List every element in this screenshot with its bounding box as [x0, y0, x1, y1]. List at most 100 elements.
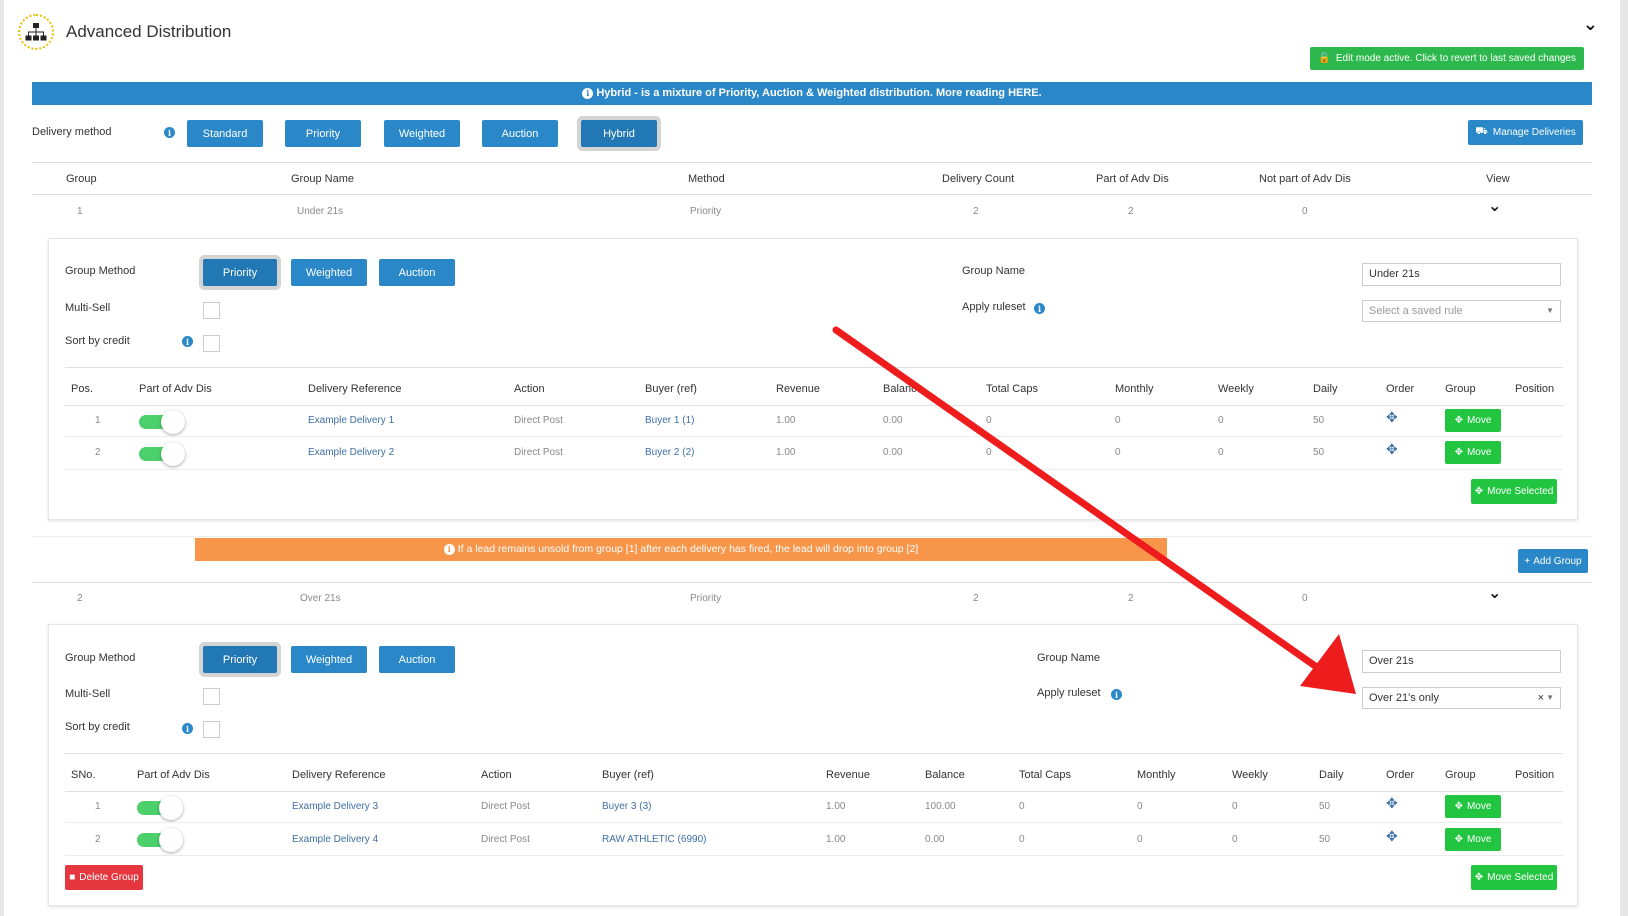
move-button[interactable]: ✥ Move — [1445, 828, 1501, 851]
manage-deliveries-button[interactable]: ⛟ Manage Deliveries — [1468, 120, 1583, 145]
part-of-adv-dis-toggle[interactable] — [137, 828, 185, 852]
part-of-adv-dis-toggle[interactable] — [139, 410, 187, 434]
row-weekly: 0 — [1232, 834, 1238, 845]
clear-icon[interactable]: × — [1538, 688, 1544, 708]
col-buyer: Buyer (ref) — [602, 769, 654, 781]
row-balance: 0.00 — [883, 415, 903, 426]
col-delivery-count: Delivery Count — [942, 173, 1015, 185]
drag-handle-icon[interactable]: ✥ — [1386, 795, 1398, 812]
part-of-adv-dis-toggle[interactable] — [139, 442, 187, 466]
col-revenue: Revenue — [776, 383, 821, 395]
delivery-reference-link[interactable]: Example Delivery 3 — [292, 801, 378, 812]
group1-multi-sell-checkbox[interactable] — [203, 302, 220, 319]
group2-expand-chevron-icon[interactable]: ⌄ — [1488, 583, 1501, 603]
col-weekly: Weekly — [1232, 769, 1268, 781]
info-icon: i — [582, 88, 594, 99]
col-order: Order — [1386, 769, 1415, 781]
col-delivery-reference: Delivery Reference — [308, 383, 402, 395]
divider — [65, 436, 1563, 437]
row-daily: 50 — [1319, 834, 1331, 845]
move-button[interactable]: ✥ Move — [1445, 409, 1501, 432]
group1-name-input[interactable]: Under 21s — [1362, 263, 1561, 286]
row-daily: 50 — [1319, 801, 1331, 812]
group1-expand-chevron-icon[interactable]: ⌄ — [1488, 196, 1501, 216]
col-daily: Daily — [1319, 769, 1344, 781]
col-group: Group — [1445, 769, 1476, 781]
drag-handle-icon[interactable]: ✥ — [1386, 441, 1398, 458]
col-position: Position — [1515, 383, 1555, 395]
drag-handle-icon[interactable]: ✥ — [1386, 828, 1398, 845]
group1-auction-button[interactable]: Auction — [379, 259, 455, 286]
info-icon[interactable]: i — [182, 723, 193, 734]
part-of-adv-dis-toggle[interactable] — [137, 796, 185, 820]
method-auction-button[interactable]: Auction — [482, 120, 558, 147]
group2-number: 2 — [77, 593, 83, 604]
row-position: 2 — [95, 834, 101, 845]
move-icon: ✥ — [1454, 415, 1463, 426]
truck-icon: ⛟ — [1475, 126, 1488, 137]
group2-auction-button[interactable]: Auction — [379, 646, 455, 673]
info-banner-link[interactable]: HERE. — [1008, 87, 1042, 99]
divider — [65, 822, 1563, 823]
row-total-caps: 0 — [986, 447, 992, 458]
group-name-label: Group Name — [1037, 652, 1100, 664]
col-part-of-adv-dis: Part of Adv Dis — [139, 383, 212, 395]
move-label: Move — [1466, 447, 1492, 458]
delete-group-button[interactable]: ■ Delete Group — [65, 865, 143, 890]
buyer-link[interactable]: RAW ATHLETIC (6990) — [602, 834, 706, 845]
group2-sort-by-credit-checkbox[interactable] — [203, 721, 220, 738]
sort-by-credit-label: Sort by credit — [65, 721, 130, 733]
move-button[interactable]: ✥ Move — [1445, 795, 1501, 818]
buyer-link[interactable]: Buyer 2 (2) — [645, 447, 694, 458]
add-group-button[interactable]: + Add Group — [1518, 549, 1588, 573]
group2-priority-button[interactable]: Priority — [203, 646, 277, 673]
row-weekly: 0 — [1232, 801, 1238, 812]
group2-ruleset-select[interactable]: Over 21's only × ▼ — [1362, 687, 1561, 709]
group1-priority-button[interactable]: Priority — [203, 259, 277, 286]
move-button[interactable]: ✥ Move — [1445, 441, 1501, 464]
group2-name: Over 21s — [300, 593, 341, 604]
group2-weighted-button[interactable]: Weighted — [291, 646, 367, 673]
method-priority-button[interactable]: Priority — [285, 120, 361, 147]
group2-multi-sell-checkbox[interactable] — [203, 688, 220, 705]
divider — [65, 753, 1563, 754]
buyer-link[interactable]: Buyer 3 (3) — [602, 801, 651, 812]
collapse-chevron-icon[interactable]: ⌄ — [1583, 14, 1598, 35]
method-standard-button[interactable]: Standard — [187, 120, 263, 147]
info-icon: i — [443, 544, 455, 555]
row-action: Direct Post — [514, 415, 563, 426]
group1-ruleset-select[interactable]: Select a saved rule ▼ — [1362, 300, 1561, 322]
delete-group-label: Delete Group — [79, 872, 139, 883]
group-fallthrough-warning: i If a lead remains unsold from group [1… — [195, 538, 1167, 561]
row-monthly: 0 — [1115, 415, 1121, 426]
row-daily: 50 — [1313, 415, 1325, 426]
page-right-border — [1620, 0, 1628, 916]
move-label: Move — [1466, 801, 1492, 812]
delivery-reference-link[interactable]: Example Delivery 4 — [292, 834, 378, 845]
info-icon[interactable]: i — [164, 127, 175, 138]
info-icon[interactable]: i — [1034, 303, 1045, 314]
delivery-reference-link[interactable]: Example Delivery 2 — [308, 447, 394, 458]
unlock-icon: 🔓 — [1318, 53, 1331, 64]
group1-sort-by-credit-checkbox[interactable] — [203, 335, 220, 352]
row-total-caps: 0 — [1019, 834, 1025, 845]
info-icon[interactable]: i — [182, 336, 193, 347]
method-hybrid-button[interactable]: Hybrid — [581, 120, 657, 147]
delivery-reference-link[interactable]: Example Delivery 1 — [308, 415, 394, 426]
group2-name-input[interactable]: Over 21s — [1362, 650, 1561, 673]
edit-mode-button[interactable]: 🔓 Edit mode active. Click to revert to l… — [1310, 47, 1584, 70]
move-selected-button[interactable]: ✥ Move Selected — [1471, 865, 1557, 890]
trash-icon: ■ — [69, 872, 76, 883]
buyer-link[interactable]: Buyer 1 (1) — [645, 415, 694, 426]
method-weighted-button[interactable]: Weighted — [384, 120, 460, 147]
apply-ruleset-label: Apply ruleset — [962, 301, 1026, 313]
drag-handle-icon[interactable]: ✥ — [1386, 409, 1398, 426]
row-position: 2 — [95, 447, 101, 458]
page-left-border — [0, 0, 4, 916]
info-icon[interactable]: i — [1111, 689, 1122, 700]
row-action: Direct Post — [481, 801, 530, 812]
row-weekly: 0 — [1218, 447, 1224, 458]
group1-weighted-button[interactable]: Weighted — [291, 259, 367, 286]
move-selected-button[interactable]: ✥ Move Selected — [1471, 479, 1557, 504]
col-total-caps: Total Caps — [986, 383, 1038, 395]
